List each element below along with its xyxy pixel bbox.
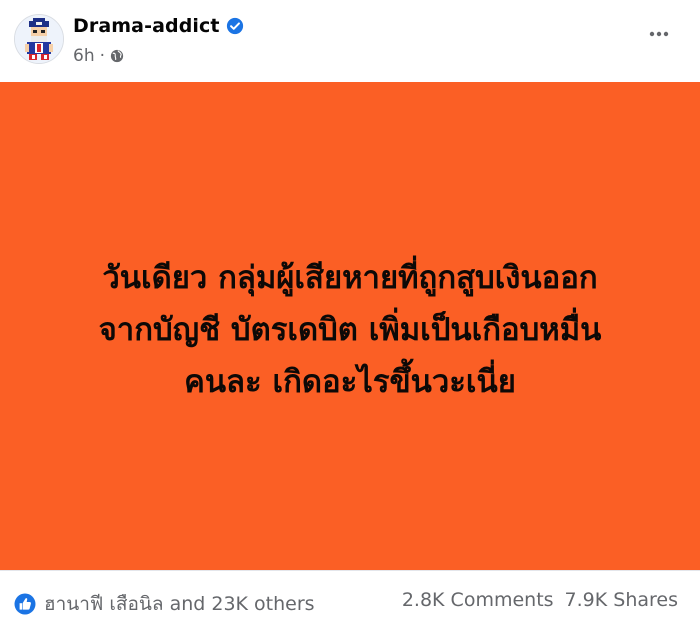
- post-text-line: วันเดียว กลุ่มผู้เสียหายที่ถูกสูบเงินออก: [102, 260, 598, 296]
- comments-count[interactable]: 2.8K Comments: [402, 589, 554, 611]
- more-options-icon[interactable]: [648, 23, 670, 45]
- globe-icon: [110, 49, 124, 63]
- avatar[interactable]: [14, 14, 64, 64]
- post-time[interactable]: 6h: [73, 46, 95, 66]
- post-header: Drama-addict 6h ·: [0, 0, 700, 82]
- shares-count[interactable]: 7.9K Shares: [565, 589, 678, 611]
- reactions-text: ฮานาฟี เสือนิล and 23K others: [44, 593, 315, 615]
- author-row: Drama-addict: [73, 15, 244, 37]
- pixel-character-avatar-icon: [15, 15, 63, 63]
- post-text-line: จากบัญชี บัตรเดบิต เพิ่มเป็นเกือบหมื่น: [98, 312, 602, 348]
- post-footer: ฮานาฟี เสือนิล and 23K others 2.8K Comme…: [0, 570, 700, 625]
- reactions-summary[interactable]: ฮานาฟี เสือนิล and 23K others: [14, 589, 315, 619]
- post-image[interactable]: วันเดียว กลุ่มผู้เสียหายที่ถูกสูบเงินออก…: [0, 82, 700, 570]
- like-icon: [14, 593, 36, 615]
- post-card: Drama-addict 6h · วันเดียว กลุ่มผู้เสียห…: [0, 0, 700, 624]
- post-meta: 6h ·: [73, 46, 124, 66]
- author-name[interactable]: Drama-addict: [73, 15, 220, 37]
- post-text-line: คนละ เกิดอะไรขึ้นวะเนี่ย: [184, 364, 516, 400]
- verified-badge-icon: [226, 17, 243, 35]
- meta-separator: ·: [99, 46, 105, 66]
- post-image-text: วันเดียว กลุ่มผู้เสียหายที่ถูกสูบเงินออก…: [30, 252, 670, 408]
- post-stats: 2.8K Comments 7.9K Shares: [402, 589, 678, 611]
